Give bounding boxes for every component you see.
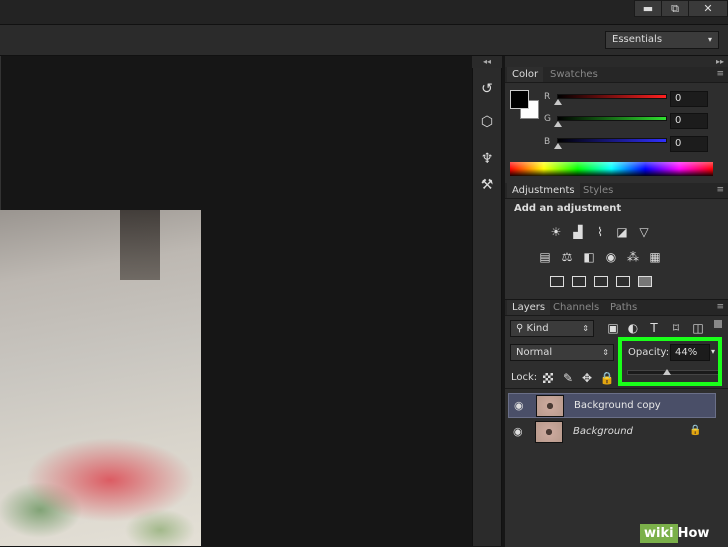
history-icon[interactable]: ↺ [476, 78, 498, 100]
adjustments-panel-tabs: Adjustments Styles ≡ [505, 183, 728, 199]
close-button[interactable]: ✕ [688, 0, 728, 17]
lock-icon: 🔒 [689, 425, 702, 436]
canvas-image[interactable] [0, 210, 201, 546]
red-label: R [544, 92, 551, 102]
canvas-image-shadow [120, 210, 160, 280]
tab-layers[interactable]: Layers [507, 300, 551, 315]
blend-mode-select[interactable]: Normal ⇕ [510, 344, 614, 361]
filter-toggle[interactable] [714, 320, 722, 328]
filter-type-icon[interactable]: T [646, 321, 662, 335]
threshold-icon[interactable] [594, 276, 608, 287]
opacity-highlight-box [618, 337, 722, 386]
panel-menu-icon[interactable]: ≡ [716, 67, 724, 82]
restore-button[interactable]: ⧉ [661, 0, 689, 17]
chevron-down-icon: ▾ [707, 35, 712, 44]
layer-row[interactable]: ◉ Background 🔒 [508, 420, 716, 445]
watermark-how: How [677, 526, 710, 541]
3d-cube-icon[interactable]: ⬡ [476, 111, 498, 133]
blue-slider-thumb[interactable] [554, 143, 562, 149]
tab-channels[interactable]: Channels [548, 300, 604, 315]
green-slider-thumb[interactable] [554, 121, 562, 127]
tab-swatches[interactable]: Swatches [545, 67, 603, 82]
filter-adjustment-icon[interactable]: ◐ [625, 321, 641, 335]
layer-name[interactable]: Background [573, 426, 633, 437]
filter-shape-icon[interactable]: ⌑ [668, 321, 684, 335]
adjustments-heading: Add an adjustment [514, 203, 622, 214]
vibrance-icon[interactable]: ▽ [636, 225, 652, 239]
filter-pixel-icon[interactable]: ▣ [605, 321, 621, 335]
channel-mixer-icon[interactable]: ⁂ [625, 250, 641, 264]
black-white-icon[interactable]: ◧ [581, 250, 597, 264]
divider [505, 388, 728, 389]
red-slider-thumb[interactable] [554, 99, 562, 105]
chevron-down-icon: ⇕ [602, 348, 609, 357]
lock-transparent-pixels-icon[interactable] [543, 373, 553, 383]
watermark-wiki: wiki [640, 524, 678, 543]
tab-paths[interactable]: Paths [605, 300, 642, 315]
lock-position-icon[interactable]: ✥ [579, 371, 595, 385]
levels-icon[interactable]: ▟ [570, 225, 586, 239]
workspace-switcher[interactable]: Essentials ▾ [605, 31, 719, 49]
panel-menu-icon[interactable]: ≡ [716, 183, 724, 198]
tab-color[interactable]: Color [507, 67, 544, 82]
green-label: G [544, 114, 551, 124]
brightness-contrast-icon[interactable]: ☀ [548, 225, 564, 239]
exposure-icon[interactable]: ◪ [614, 225, 630, 239]
red-value-input[interactable]: 0 [670, 91, 708, 107]
lock-all-icon[interactable]: 🔒 [599, 371, 615, 385]
posterize-icon[interactable] [572, 276, 586, 287]
layer-filter-kind[interactable]: ⚲ Kind ⇕ [510, 320, 594, 337]
hue-saturation-icon[interactable]: ▤ [537, 250, 553, 264]
tab-styles[interactable]: Styles [578, 183, 618, 198]
green-slider[interactable] [557, 116, 667, 121]
color-lookup-icon[interactable]: ▦ [647, 250, 663, 264]
blue-slider[interactable] [557, 138, 667, 143]
search-icon: ⚲ [516, 323, 524, 334]
color-spectrum-ramp[interactable] [510, 162, 713, 176]
invert-icon[interactable] [550, 276, 564, 287]
layer-thumbnail [535, 421, 563, 443]
brush-presets-icon[interactable]: ♆ [476, 148, 498, 170]
visibility-eye-icon[interactable]: ◉ [513, 425, 523, 438]
minimize-button[interactable]: ▬ [634, 0, 662, 17]
layer-row[interactable]: ◉ Background copy [508, 393, 716, 418]
layer-thumbnail [536, 395, 564, 417]
red-slider[interactable] [557, 94, 667, 99]
color-balance-icon[interactable]: ⚖ [559, 250, 575, 264]
panel-menu-icon[interactable]: ≡ [716, 300, 724, 315]
blue-label: B [544, 137, 551, 147]
tool-presets-icon[interactable]: ⚒ [476, 174, 498, 196]
visibility-eye-icon[interactable]: ◉ [514, 399, 524, 412]
workspace-label: Essentials [612, 34, 663, 45]
blue-value-input[interactable]: 0 [670, 136, 708, 152]
green-value-input[interactable]: 0 [670, 113, 708, 129]
tab-adjustments[interactable]: Adjustments [507, 183, 580, 198]
title-bar [0, 0, 728, 24]
chevron-down-icon: ⇕ [582, 324, 589, 333]
lock-image-pixels-icon[interactable]: ✎ [560, 371, 576, 385]
layer-name[interactable]: Background copy [574, 400, 661, 411]
collapse-toolstrip-icon[interactable]: ◂◂ [472, 56, 502, 68]
selective-color-icon[interactable] [616, 276, 630, 287]
panel-icon-strip [472, 68, 502, 546]
curves-icon[interactable]: ⌇ [592, 225, 608, 239]
photo-filter-icon[interactable]: ◉ [603, 250, 619, 264]
wikihow-watermark: wiki How [640, 522, 728, 546]
lock-label: Lock: [511, 372, 538, 383]
blend-mode-label: Normal [516, 347, 553, 358]
gradient-map-icon[interactable] [638, 276, 652, 287]
color-panel-tabs: Color Swatches ≡ [505, 67, 728, 83]
filter-smart-object-icon[interactable]: ◫ [690, 321, 706, 335]
foreground-color-swatch[interactable] [510, 90, 529, 109]
layers-panel-tabs: Layers Channels Paths ≡ [505, 300, 728, 316]
filter-kind-label: Kind [526, 323, 549, 334]
